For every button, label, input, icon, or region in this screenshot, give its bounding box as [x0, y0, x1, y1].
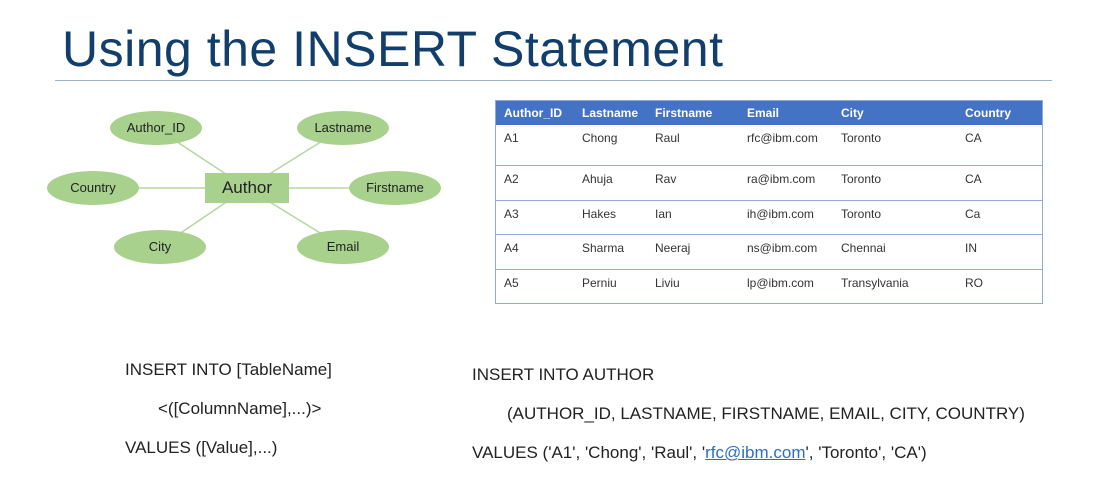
table-cell: Toronto — [841, 206, 882, 221]
table-cell: lp@ibm.com — [747, 275, 814, 290]
table-cell: Ian — [655, 206, 672, 221]
table-cell: RO — [965, 275, 983, 290]
email-link[interactable]: rfc@ibm.com — [705, 443, 805, 462]
table-cell: A5 — [504, 275, 519, 290]
column-header-country: Country — [957, 100, 1043, 125]
table-cell: CA — [965, 171, 982, 186]
example-line-values: VALUES ('A1', 'Chong', 'Raul', 'rfc@ibm.… — [472, 443, 927, 463]
example-line-insert: INSERT INTO AUTHOR — [472, 365, 655, 384]
er-diagram-canvas — [47, 111, 441, 264]
attribute-lastname: Lastname — [314, 120, 372, 135]
table-cell: A2 — [504, 171, 519, 186]
table-cell: Rav — [655, 171, 677, 186]
column-header-city: City — [833, 100, 957, 125]
table-row: A3 Hakes Ian ih@ibm.com Toronto Ca — [495, 200, 1043, 235]
table-cell: Toronto — [841, 131, 882, 145]
table-cell: Ahuja — [582, 171, 613, 186]
syntax-line-insert: INSERT INTO [TableName] — [125, 360, 332, 379]
table-cell: Chennai — [841, 240, 886, 255]
entity-author: Author — [221, 178, 273, 197]
table-cell: A4 — [504, 240, 519, 255]
column-header-author-id: Author_ID — [495, 100, 574, 125]
attribute-author-id: Author_ID — [126, 120, 186, 135]
column-header-email: Email — [739, 100, 833, 125]
attribute-country: Country — [70, 180, 116, 195]
table-cell: rfc@ibm.com — [747, 131, 818, 145]
syntax-line-columns: <([ColumnName],...)> — [158, 399, 322, 418]
table-header-row: Author_ID Lastname Firstname Email City … — [495, 100, 1043, 125]
table-cell: Raul — [655, 131, 680, 145]
table-cell: Chong — [582, 131, 618, 145]
table-cell: Liviu — [655, 275, 680, 290]
table-cell: Neeraj — [655, 240, 691, 255]
column-header-lastname: Lastname — [574, 100, 647, 125]
table-cell: Ca — [965, 206, 981, 221]
table-row: A2 Ahuja Rav ra@ibm.com Toronto CA — [495, 165, 1043, 201]
table-cell: Toronto — [841, 171, 882, 186]
example-line-columns: (AUTHOR_ID, LASTNAME, FIRSTNAME, EMAIL, … — [507, 404, 1025, 423]
example-values-suffix: ', 'Toronto', 'CA') — [805, 443, 927, 462]
table-cell: Perniu — [582, 275, 617, 290]
example-values-prefix: VALUES ('A1', 'Chong', 'Raul', ' — [472, 443, 706, 462]
table-cell: Hakes — [582, 206, 617, 221]
table-cell: ih@ibm.com — [747, 206, 814, 221]
table-cell: ra@ibm.com — [747, 171, 816, 186]
table-row: A4 Sharma Neeraj ns@ibm.com Chennai IN — [495, 234, 1043, 270]
attribute-email: Email — [326, 239, 360, 254]
table-cell: CA — [965, 131, 982, 145]
table-cell: ns@ibm.com — [747, 240, 818, 255]
syntax-line-values: VALUES ([Value],...) — [125, 438, 278, 457]
attribute-city: City — [148, 239, 172, 254]
table-cell: Sharma — [582, 240, 625, 255]
table-row: A5 Perniu Liviu lp@ibm.com Transylvania … — [495, 269, 1043, 304]
table-cell: Transylvania — [841, 275, 909, 290]
attribute-firstname: Firstname — [366, 180, 424, 195]
table-cell: A1 — [504, 131, 519, 145]
column-header-firstname: Firstname — [647, 100, 739, 125]
table-row: A1 Chong Raul rfc@ibm.com Toronto CA — [495, 125, 1043, 166]
table-cell: IN — [965, 240, 977, 255]
table-cell: A3 — [504, 206, 519, 221]
author-table: Author_ID Lastname Firstname Email City … — [495, 100, 1043, 304]
